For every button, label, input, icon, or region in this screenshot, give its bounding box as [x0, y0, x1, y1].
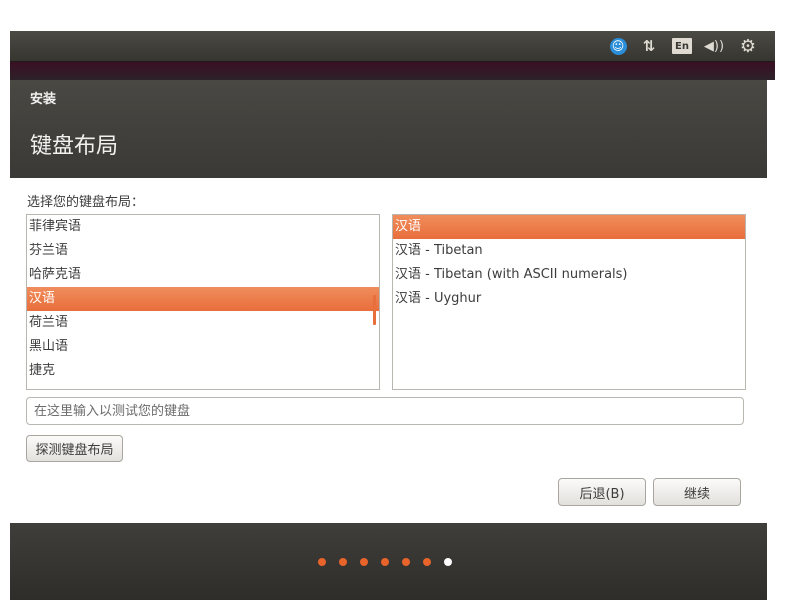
- top-panel: ☺ ⇅ En ◀)) ⚙: [10, 31, 775, 62]
- layout-item[interactable]: 荷兰语: [27, 311, 379, 335]
- installer-window: 安装 键盘布局 选择您的键盘布局： 菲律宾语 芬兰语 哈萨克语 汉语 荷兰语 黑山语 捷克 …: [10, 80, 767, 600]
- layout-list[interactable]: 菲律宾语 芬兰语 哈萨克语 汉语 荷兰语 黑山语 捷克: [26, 214, 380, 390]
- window-title: 安装: [30, 92, 57, 107]
- progress-dot: [444, 558, 452, 566]
- keyboard-language-indicator[interactable]: En: [670, 31, 694, 61]
- progress-dot: [402, 558, 410, 566]
- detect-layout-button[interactable]: 探测键盘布局: [26, 435, 123, 462]
- window-header: 安装 键盘布局: [10, 80, 767, 178]
- keyboard-test-input[interactable]: [26, 397, 744, 425]
- progress-dot: [360, 558, 368, 566]
- progress-dot: [381, 558, 389, 566]
- variant-item[interactable]: 汉语 - Tibetan: [393, 239, 745, 263]
- layout-item[interactable]: 菲律宾语: [27, 215, 379, 239]
- layout-item[interactable]: 捷克: [27, 359, 379, 383]
- progress-dot: [318, 558, 326, 566]
- progress-dot: [423, 558, 431, 566]
- layout-item[interactable]: 汉语: [27, 287, 379, 311]
- variant-list[interactable]: 汉语 汉语 - Tibetan 汉语 - Tibetan (with ASCII n…: [392, 214, 746, 390]
- back-button[interactable]: 后退(B): [558, 478, 646, 506]
- settings-icon[interactable]: ⚙: [735, 31, 761, 61]
- keyboard-language-icon: En: [672, 38, 692, 54]
- scroll-indicator[interactable]: [373, 295, 376, 325]
- layout-item[interactable]: 哈萨克语: [27, 263, 379, 287]
- variant-item[interactable]: 汉语: [393, 215, 745, 239]
- accessibility-icon: ☺: [609, 37, 627, 55]
- continue-button[interactable]: 继续: [653, 478, 741, 506]
- window-footer: [10, 523, 767, 600]
- layout-item[interactable]: 黑山语: [27, 335, 379, 359]
- progress-dot: [339, 558, 347, 566]
- accessibility-menu[interactable]: ☺: [607, 31, 629, 61]
- variant-item[interactable]: 汉语 - Uyghur: [393, 287, 745, 311]
- progress-dots: [318, 558, 452, 566]
- network-icon[interactable]: ⇅: [638, 31, 660, 61]
- volume-icon[interactable]: ◀)): [701, 31, 727, 61]
- layout-item[interactable]: 芬兰语: [27, 239, 379, 263]
- layout-prompt-label: 选择您的键盘布局：: [27, 195, 145, 210]
- page-title: 键盘布局: [30, 134, 119, 159]
- variant-item[interactable]: 汉语 - Tibetan (with ASCII numerals): [393, 263, 745, 287]
- desktop-background: [10, 62, 775, 80]
